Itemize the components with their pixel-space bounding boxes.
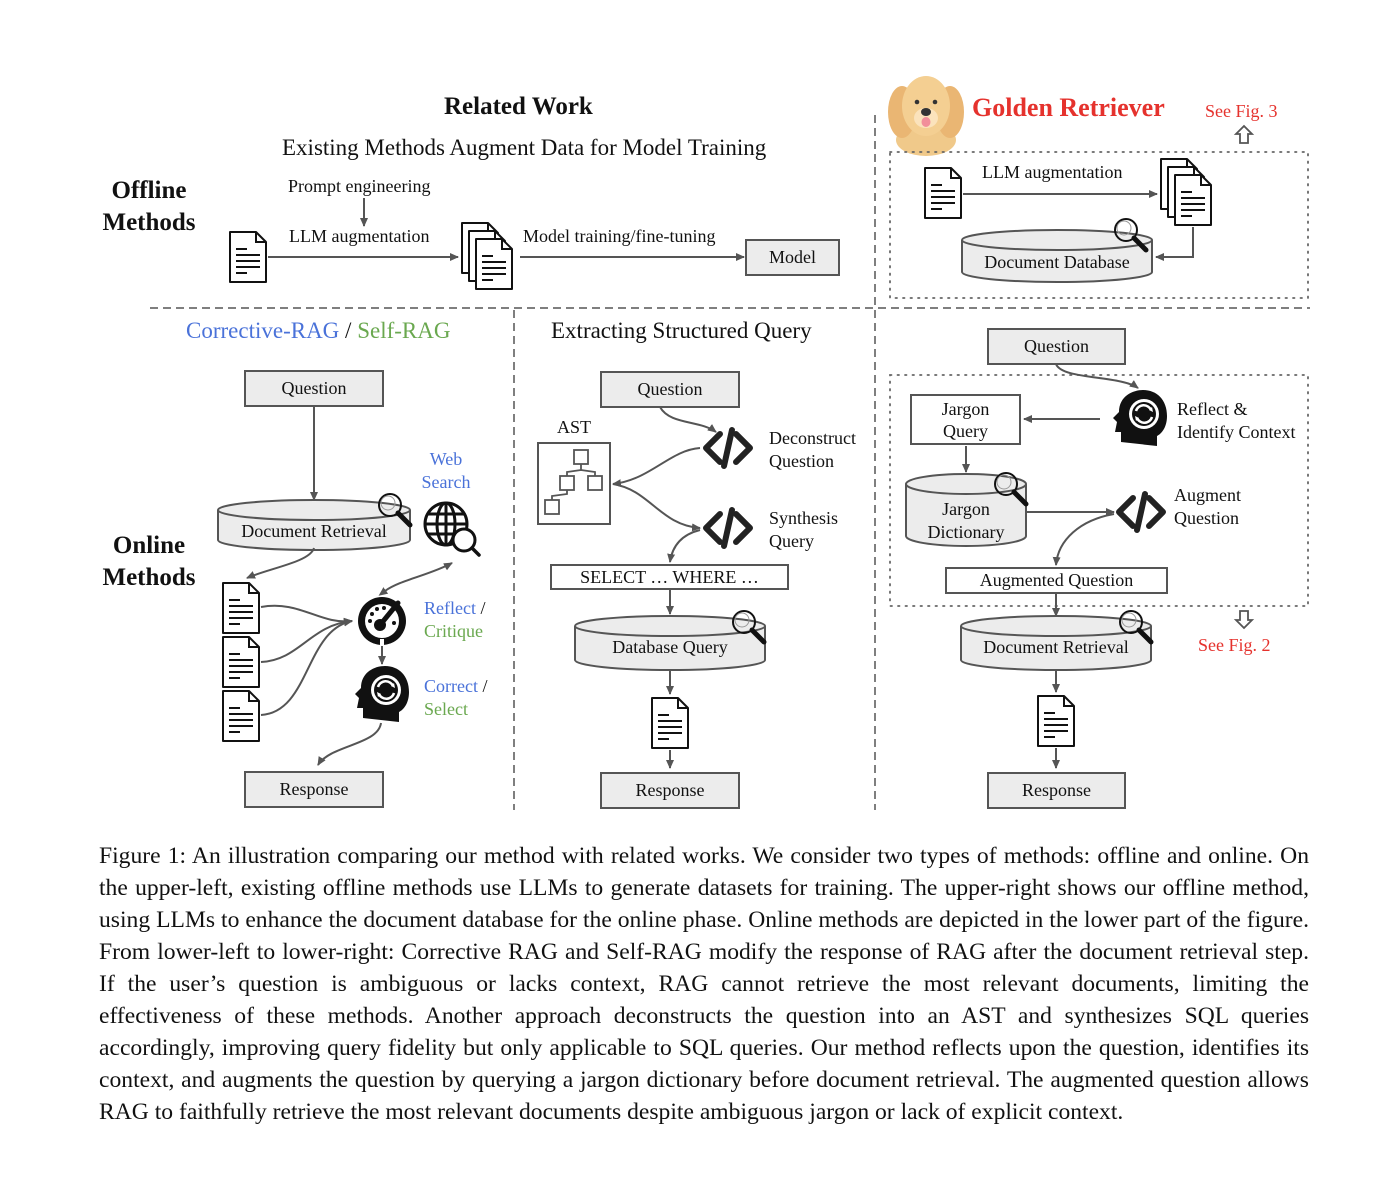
related-work-title: Related Work [444, 93, 593, 120]
see-fig3-link[interactable]: See Fig. 3 [1205, 101, 1278, 122]
jargon-dictionary-label: Jargon Dictionary [927, 499, 1005, 542]
corrective-self-rag-title: Corrective-RAG / Self-RAG [186, 318, 451, 343]
up-arrow-icon [1233, 124, 1255, 144]
deconstruct-question-label: Deconstruct Question [769, 428, 856, 471]
retrieved-doc-icon [222, 636, 260, 688]
response-box: Response [600, 772, 740, 809]
offline-methods-label: Offline Methods [102, 177, 196, 236]
deconstruct-code-icon [706, 430, 750, 466]
result-doc-icon [651, 697, 689, 749]
doc-icon [924, 167, 962, 219]
question-box: Question [600, 371, 740, 408]
augment-question-label: Augment Question [1174, 485, 1241, 528]
retrieved-doc-icon [222, 690, 260, 742]
synthesis-code-icon [706, 510, 750, 546]
sql-query-box: SELECT … WHERE … [550, 564, 789, 590]
structured-query-title: Extracting Structured Query [551, 318, 812, 343]
response-box: Response [987, 772, 1126, 809]
document-retrieval-label: Document Retrieval [241, 521, 387, 541]
related-work-subtitle: Existing Methods Augment Data for Model … [282, 135, 767, 160]
retrieved-doc-icon [222, 582, 260, 634]
response-box: Response [244, 771, 384, 808]
doc-stack-icon [1161, 159, 1211, 225]
web-search-globe-icon [423, 501, 481, 557]
reflect-head-icon [1111, 388, 1169, 448]
augment-code-icon [1119, 494, 1163, 530]
correct-head-icon [353, 664, 411, 724]
synthesis-query-label: Synthesis Query [769, 508, 839, 551]
question-box: Question [244, 370, 384, 407]
figure-caption: Figure 1: An illustration comparing our … [99, 843, 1309, 1125]
ast-label: AST [557, 417, 592, 437]
result-doc-icon [1037, 695, 1075, 747]
see-fig2-link[interactable]: See Fig. 2 [1198, 635, 1271, 656]
doc-stack-icon [462, 223, 512, 289]
down-arrow-icon [1233, 610, 1255, 630]
document-retrieval-label: Document Retrieval [983, 637, 1129, 657]
database-query-label: Database Query [612, 637, 728, 657]
ast-tree-icon [537, 442, 611, 525]
question-box: Question [987, 328, 1126, 365]
correct-select-label: Correct / Select [424, 676, 488, 719]
reflect-identify-context-label: Reflect & Identify Context [1177, 399, 1296, 442]
online-methods-label: Online Methods [102, 532, 196, 591]
web-search-label: Web Search [421, 449, 471, 492]
golden-retriever-dog-icon [888, 76, 964, 156]
model-training-label: Model training/fine-tuning [523, 226, 716, 246]
augmented-question-box: Augmented Question [945, 567, 1168, 594]
model-box: Model [745, 239, 840, 276]
golden-retriever-title: Golden Retriever [972, 93, 1165, 122]
prompt-engineering-label: Prompt engineering [288, 176, 431, 196]
document-database-label: Document Database [984, 252, 1130, 272]
gauge-icon [358, 597, 406, 647]
reflect-critique-label: Reflect / Critique [424, 598, 486, 641]
doc-icon [229, 231, 267, 283]
llm-augmentation-label: LLM augmentation [289, 226, 430, 246]
golden-llm-augmentation-label: LLM augmentation [982, 162, 1123, 182]
jargon-query-box: Jargon Query [910, 394, 1021, 445]
